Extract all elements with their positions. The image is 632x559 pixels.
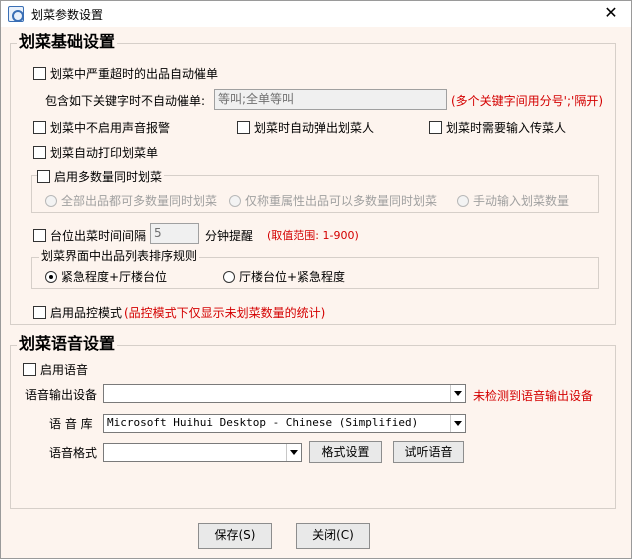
sort-option-urgency[interactable]: 紧急程度+厅楼台位	[45, 268, 167, 285]
voice-format-select[interactable]	[103, 443, 302, 462]
interval-input[interactable]: 5	[150, 223, 199, 244]
voice-lib-value: Microsoft Huihui Desktop - Chinese (Simp…	[107, 416, 419, 429]
keyword-hint: (多个关键字间用分号';'隔开)	[451, 94, 604, 108]
no-sound-checkbox[interactable]: 划菜中不启用声音报警	[33, 119, 170, 136]
checkbox-box[interactable]	[33, 67, 46, 80]
basic-settings-title: 划菜基础设置	[17, 32, 118, 51]
need-passer-label: 划菜时需要输入传菜人	[446, 121, 567, 135]
checkbox-box[interactable]	[237, 121, 250, 134]
checkbox-box[interactable]	[33, 229, 46, 242]
title-bar: 划菜参数设置 ✕	[1, 1, 631, 27]
dialog-window: 划菜参数设置 ✕ 划菜基础设置 划菜中严重超时的出品自动催单 包含如下关键字时不…	[0, 0, 632, 559]
voice-lib-label: 语 音 库	[49, 417, 93, 431]
multi-qty-option-manual[interactable]: 手动输入划菜数量	[457, 192, 569, 209]
multi-qty-option-all[interactable]: 全部出品都可多数量同时划菜	[45, 192, 217, 209]
keyword-input[interactable]: 等叫;全单等叫	[214, 89, 447, 110]
enable-voice-label: 启用语音	[40, 363, 89, 377]
interval-checkbox[interactable]: 台位出菜时间间隔	[33, 227, 146, 244]
multi-qty-option-label: 仅称重属性出品可以多数量同时划菜	[245, 194, 438, 208]
output-device-select[interactable]	[103, 384, 466, 403]
checkbox-box[interactable]	[429, 121, 442, 134]
interval-hint: (取值范围: 1-900)	[267, 229, 359, 242]
chevron-down-icon[interactable]	[450, 415, 465, 432]
popup-person-checkbox[interactable]: 划菜时自动弹出划菜人	[237, 119, 374, 136]
multi-qty-option-label: 手动输入划菜数量	[473, 194, 570, 208]
format-settings-button[interactable]: 格式设置	[309, 441, 382, 463]
output-device-hint: 未检测到语音输出设备	[473, 389, 594, 403]
output-device-label: 语音输出设备	[25, 388, 98, 402]
checkbox-box[interactable]	[33, 121, 46, 134]
checkbox-box[interactable]	[37, 170, 50, 183]
auto-print-checkbox[interactable]: 划菜自动打印划菜单	[33, 144, 158, 161]
radio-dot[interactable]	[457, 194, 469, 207]
enable-voice-checkbox[interactable]: 启用语音	[23, 361, 88, 378]
need-passer-checkbox[interactable]: 划菜时需要输入传菜人	[429, 119, 566, 136]
auto-urge-checkbox[interactable]: 划菜中严重超时的出品自动催单	[33, 65, 218, 82]
auto-print-label: 划菜自动打印划菜单	[50, 146, 159, 160]
no-sound-label: 划菜中不启用声音报警	[50, 121, 171, 135]
close-icon[interactable]: ✕	[599, 2, 623, 24]
checkbox-box[interactable]	[23, 363, 36, 376]
keyword-label: 包含如下关键字时不自动催单:	[45, 94, 206, 108]
sort-option-table[interactable]: 厅楼台位+紧急程度	[223, 268, 345, 285]
checkbox-box[interactable]	[33, 306, 46, 319]
save-button[interactable]: 保存(S)	[198, 523, 272, 549]
chevron-down-icon[interactable]	[450, 385, 465, 402]
multi-qty-label: 启用多数量同时划菜	[54, 170, 163, 184]
interval-label: 台位出菜时间间隔	[50, 229, 147, 243]
qc-mode-checkbox[interactable]: 启用品控模式	[33, 304, 122, 321]
close-button[interactable]: 关闭(C)	[296, 523, 370, 549]
checkbox-box[interactable]	[33, 146, 46, 159]
radio-dot[interactable]	[223, 270, 235, 283]
preview-voice-button[interactable]: 试听语音	[393, 441, 464, 463]
voice-settings-title: 划菜语音设置	[17, 334, 118, 353]
auto-urge-label: 划菜中严重超时的出品自动催单	[50, 67, 219, 81]
radio-dot[interactable]	[45, 270, 57, 283]
qc-mode-label: 启用品控模式	[50, 306, 123, 320]
window-title: 划菜参数设置	[31, 8, 104, 22]
multi-qty-option-weight[interactable]: 仅称重属性出品可以多数量同时划菜	[229, 192, 437, 209]
chevron-down-icon[interactable]	[286, 444, 301, 461]
voice-format-label: 语音格式	[49, 446, 98, 460]
multi-qty-option-label: 全部出品都可多数量同时划菜	[61, 194, 218, 208]
voice-lib-select[interactable]: Microsoft Huihui Desktop - Chinese (Simp…	[103, 414, 466, 433]
qc-mode-hint: (品控模式下仅显示未划菜数量的统计)	[124, 306, 326, 320]
sort-option-label: 紧急程度+厅楼台位	[61, 270, 168, 284]
radio-dot[interactable]	[45, 194, 57, 207]
radio-dot[interactable]	[229, 194, 241, 207]
app-icon	[8, 6, 24, 22]
multi-qty-checkbox[interactable]: 启用多数量同时划菜	[37, 168, 165, 185]
popup-person-label: 划菜时自动弹出划菜人	[254, 121, 375, 135]
sort-title: 划菜界面中出品列表排序规则	[39, 249, 200, 263]
sort-option-label: 厅楼台位+紧急程度	[239, 270, 346, 284]
interval-unit: 分钟提醒	[205, 229, 254, 243]
